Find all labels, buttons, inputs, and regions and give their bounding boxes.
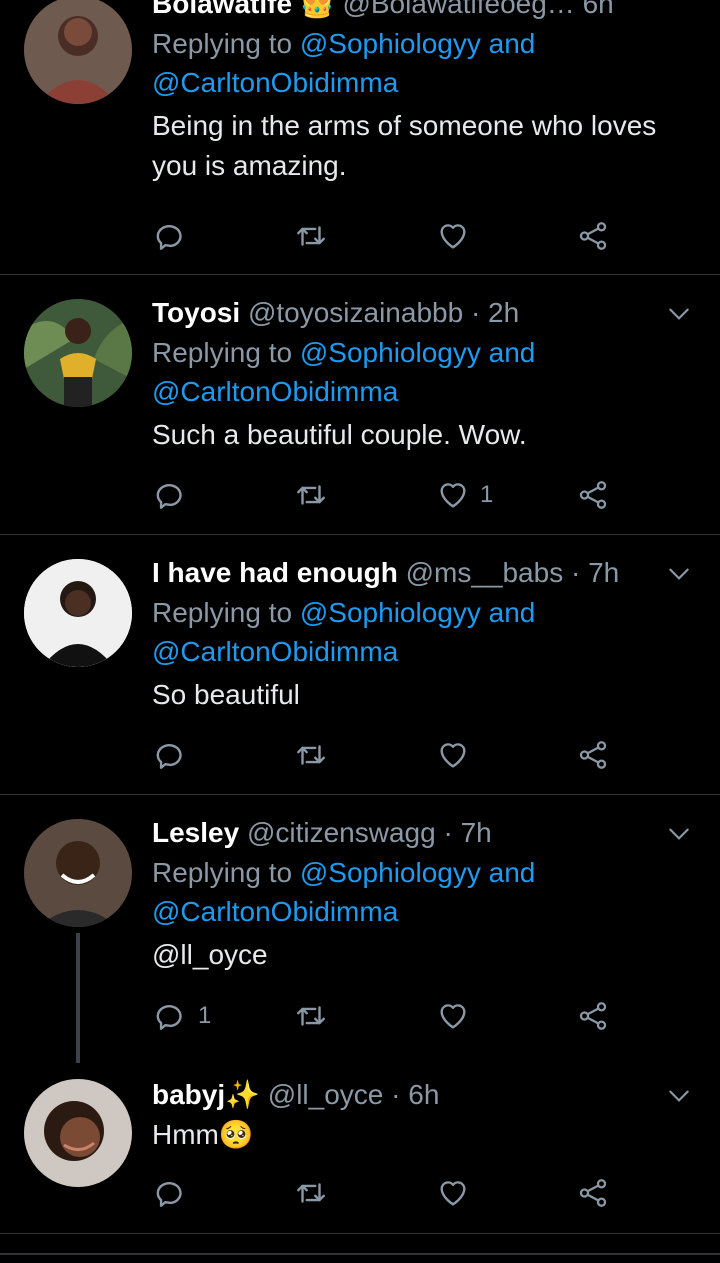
tweet[interactable]: Toyosi @toyosizainabbb · 2h Replying to … — [0, 275, 720, 535]
share-icon — [579, 1179, 607, 1207]
reply-button[interactable]: 1 — [154, 996, 211, 1036]
share-icon — [579, 222, 607, 250]
reply-icon — [156, 484, 182, 509]
reply-icon — [156, 1182, 182, 1207]
handle[interactable]: @ms__babs · 7h — [406, 557, 620, 588]
like-icon — [440, 1004, 466, 1029]
like-button[interactable]: 1 — [436, 475, 493, 515]
replying-to: Replying to @Sophiologyy and @CarltonObi… — [152, 857, 536, 927]
display-name[interactable]: Toyosi — [152, 297, 240, 328]
share-button[interactable] — [576, 475, 610, 515]
replying-to: Replying to @Sophiologyy and @CarltonObi… — [152, 337, 536, 407]
retweet-icon — [297, 745, 325, 765]
reply-button[interactable] — [154, 475, 198, 515]
mention-link[interactable]: @CarltonObidimma — [152, 67, 398, 98]
mention-link[interactable]: @Sophiologyy — [300, 597, 481, 628]
replying-to: Replying to @Sophiologyy and @CarltonObi… — [152, 28, 536, 98]
reply-button[interactable] — [154, 1173, 198, 1213]
tweet-actions — [152, 216, 622, 256]
tweet-actions: 1 — [152, 996, 622, 1036]
handle[interactable]: @citizenswagg · 7h — [247, 817, 492, 848]
like-icon — [440, 483, 466, 508]
like-icon — [440, 224, 466, 249]
reply-button[interactable] — [154, 735, 198, 775]
mention-link[interactable]: @Sophiologyy — [300, 28, 481, 59]
retweet-icon — [297, 1006, 325, 1026]
avatar[interactable] — [24, 1079, 132, 1187]
tweet-header: I have had enough @ms__babs · 7h — [152, 555, 690, 591]
share-button[interactable] — [576, 1173, 610, 1213]
tweet-actions: 1 — [152, 475, 622, 515]
tweet[interactable]: babyj✨ @ll_oyce · 6h Hmm🥺 — [0, 1063, 720, 1234]
tweet-header: Lesley @citizenswagg · 7h — [152, 815, 690, 851]
tweet-text: Hmm🥺 — [152, 1119, 254, 1150]
tweet[interactable]: Lesley @citizenswagg · 7h Replying to @S… — [0, 795, 720, 1063]
reply-icon — [156, 225, 182, 250]
like-button[interactable] — [436, 1173, 480, 1213]
timestamp: 6h — [582, 0, 614, 19]
like-icon — [440, 1181, 466, 1206]
avatar[interactable] — [24, 559, 132, 667]
display-name[interactable]: babyj✨ — [152, 1079, 260, 1110]
handle[interactable]: @Bolawatifeoeg… — [342, 0, 574, 19]
retweet-button[interactable] — [294, 1173, 338, 1213]
bottom-divider — [0, 1253, 720, 1255]
retweet-icon — [297, 1183, 325, 1203]
handle[interactable]: @toyosizainabbb · 2h — [248, 297, 519, 328]
avatar[interactable] — [24, 819, 132, 927]
like-button[interactable] — [436, 996, 480, 1036]
tweet-header: Bolawatife 👑 @Bolawatifeoeg… 6h — [152, 0, 690, 22]
display-name[interactable]: Bolawatife 👑 — [152, 0, 335, 19]
handle[interactable]: @ll_oyce · 6h — [268, 1079, 440, 1110]
mention-link[interactable]: @CarltonObidimma — [152, 896, 398, 927]
chevron-down-icon[interactable] — [666, 561, 692, 587]
tweet-text: Being in the arms of someone who loves y… — [152, 110, 657, 181]
mention-link[interactable]: @Sophiologyy — [300, 337, 481, 368]
avatar[interactable] — [24, 0, 132, 104]
avatar[interactable] — [24, 299, 132, 407]
like-button[interactable] — [436, 735, 480, 775]
share-icon — [579, 481, 607, 509]
retweet-button[interactable] — [294, 216, 338, 256]
chevron-down-icon[interactable] — [666, 301, 692, 327]
chevron-down-icon[interactable] — [666, 821, 692, 847]
retweet-icon — [297, 226, 325, 246]
chevron-down-icon[interactable] — [666, 1083, 692, 1109]
share-button[interactable] — [576, 996, 610, 1036]
reply-icon — [156, 744, 182, 769]
like-icon — [440, 743, 466, 768]
tweet-text: Such a beautiful couple. Wow. — [152, 419, 527, 450]
tweet[interactable]: I have had enough @ms__babs · 7h Replyin… — [0, 535, 720, 795]
tweet-text[interactable]: @ll_oyce — [152, 935, 690, 975]
like-count: 1 — [480, 481, 494, 508]
retweet-button[interactable] — [294, 475, 338, 515]
tweet-header: babyj✨ @ll_oyce · 6h — [152, 1077, 690, 1113]
reply-icon — [156, 1005, 182, 1030]
like-button[interactable] — [436, 216, 480, 256]
retweet-button[interactable] — [294, 735, 338, 775]
reply-count: 1 — [198, 1002, 212, 1029]
share-button[interactable] — [576, 735, 610, 775]
tweet-actions — [152, 735, 622, 775]
tweet-text: So beautiful — [152, 679, 300, 710]
display-name[interactable]: Lesley — [152, 817, 239, 848]
share-icon — [579, 1002, 607, 1030]
tweet-actions — [152, 1173, 622, 1213]
mention-link[interactable]: @Sophiologyy — [300, 857, 481, 888]
tweet[interactable]: Bolawatife 👑 @Bolawatifeoeg… 6h Replying… — [0, 0, 720, 275]
reply-button[interactable] — [154, 216, 198, 256]
mention-link[interactable]: @CarltonObidimma — [152, 636, 398, 667]
retweet-icon — [297, 485, 325, 505]
share-button[interactable] — [576, 216, 610, 256]
replying-to: Replying to @Sophiologyy and @CarltonObi… — [152, 597, 536, 667]
mention-link[interactable]: @CarltonObidimma — [152, 376, 398, 407]
tweet-header: Toyosi @toyosizainabbb · 2h — [152, 295, 690, 331]
retweet-button[interactable] — [294, 996, 338, 1036]
thread-line — [76, 933, 80, 1063]
display-name[interactable]: I have had enough — [152, 557, 398, 588]
share-icon — [579, 741, 607, 769]
